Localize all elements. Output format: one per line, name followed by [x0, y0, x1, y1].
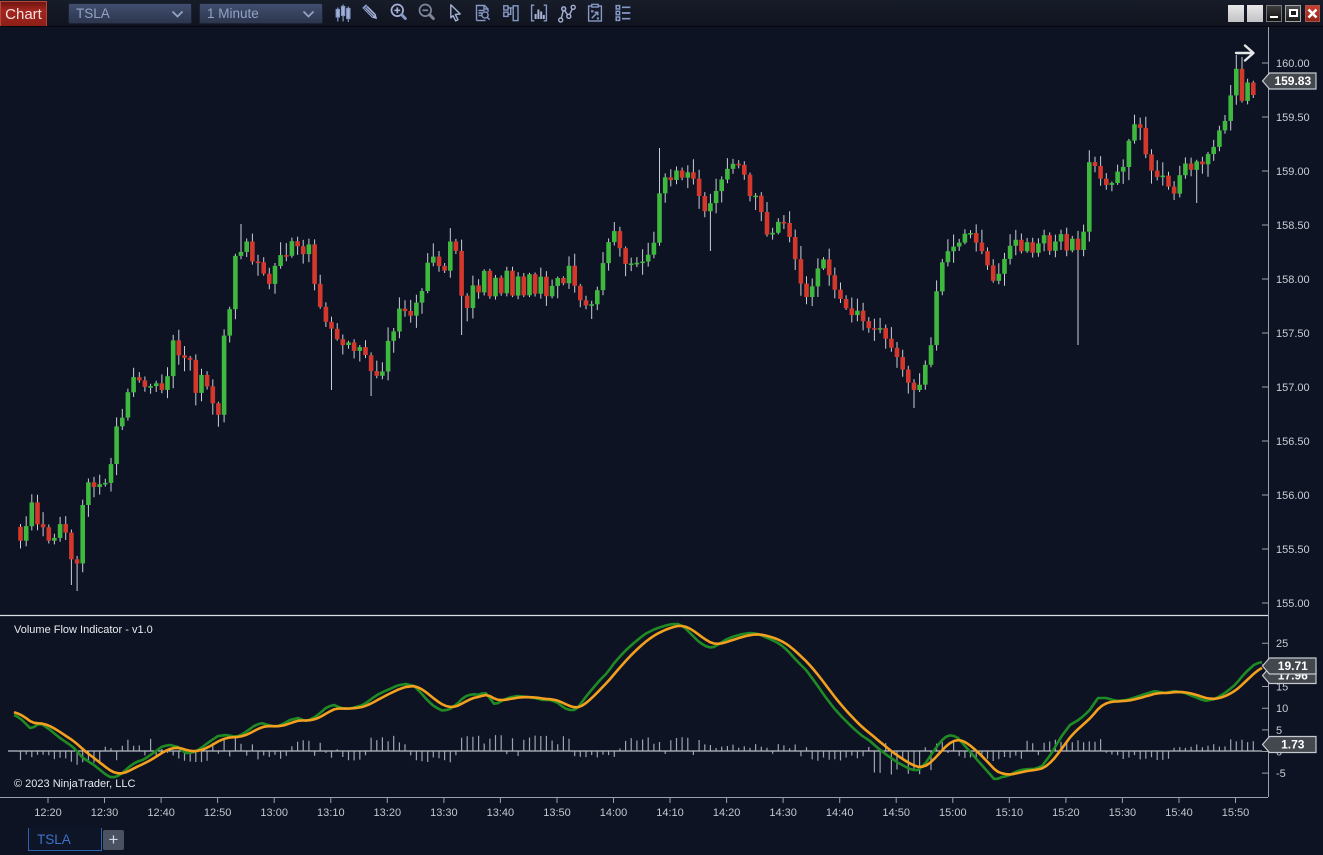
- svg-text:15:00: 15:00: [939, 807, 967, 819]
- svg-text:15:20: 15:20: [1052, 807, 1080, 819]
- svg-text:© 2023 NinjaTrader, LLC: © 2023 NinjaTrader, LLC: [14, 778, 135, 790]
- svg-text:13:30: 13:30: [430, 807, 458, 819]
- svg-text:1.73: 1.73: [1281, 738, 1305, 752]
- svg-text:14:10: 14:10: [656, 807, 684, 819]
- svg-text:155.50: 155.50: [1276, 544, 1310, 556]
- svg-text:-5: -5: [1276, 768, 1286, 780]
- svg-text:Volume Flow Indicator - v1.0: Volume Flow Indicator - v1.0: [14, 624, 153, 636]
- svg-text:159.00: 159.00: [1276, 166, 1310, 178]
- svg-text:157.50: 157.50: [1276, 328, 1310, 340]
- svg-text:13:10: 13:10: [317, 807, 345, 819]
- svg-text:14:30: 14:30: [769, 807, 797, 819]
- svg-text:13:20: 13:20: [374, 807, 402, 819]
- svg-text:13:50: 13:50: [543, 807, 571, 819]
- svg-text:14:00: 14:00: [600, 807, 628, 819]
- svg-text:14:20: 14:20: [713, 807, 741, 819]
- svg-text:13:00: 13:00: [260, 807, 288, 819]
- svg-text:12:20: 12:20: [34, 807, 62, 819]
- svg-text:5: 5: [1276, 725, 1282, 737]
- svg-text:13:40: 13:40: [487, 807, 515, 819]
- svg-text:15:50: 15:50: [1222, 807, 1250, 819]
- svg-text:12:30: 12:30: [91, 807, 119, 819]
- svg-text:19.71: 19.71: [1278, 659, 1308, 673]
- svg-text:25: 25: [1276, 638, 1288, 650]
- svg-text:14:40: 14:40: [826, 807, 854, 819]
- svg-text:160.00: 160.00: [1276, 58, 1310, 70]
- svg-text:10: 10: [1276, 703, 1288, 715]
- svg-text:156.00: 156.00: [1276, 490, 1310, 502]
- svg-text:157.00: 157.00: [1276, 382, 1310, 394]
- svg-text:14:50: 14:50: [882, 807, 910, 819]
- svg-text:15:10: 15:10: [996, 807, 1024, 819]
- svg-text:158.50: 158.50: [1276, 220, 1310, 232]
- svg-text:159.83: 159.83: [1274, 74, 1311, 88]
- svg-text:155.00: 155.00: [1276, 598, 1310, 610]
- svg-text:159.50: 159.50: [1276, 112, 1310, 124]
- svg-text:156.50: 156.50: [1276, 436, 1310, 448]
- svg-text:12:50: 12:50: [204, 807, 232, 819]
- svg-text:158.00: 158.00: [1276, 274, 1310, 286]
- svg-text:12:40: 12:40: [147, 807, 175, 819]
- svg-text:15:40: 15:40: [1165, 807, 1193, 819]
- svg-text:15:30: 15:30: [1109, 807, 1137, 819]
